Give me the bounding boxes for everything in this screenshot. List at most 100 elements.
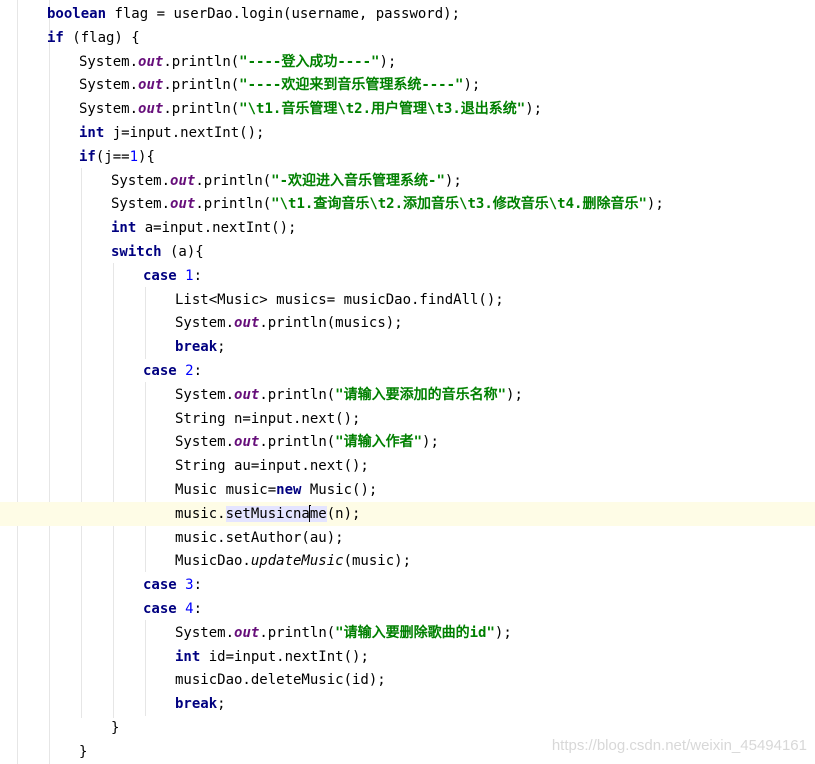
code-line[interactable]: case 4: — [0, 597, 815, 621]
code-line-content: boolean flag = userDao.login(username, p… — [47, 2, 460, 26]
code-line[interactable]: String n=input.next(); — [0, 407, 815, 431]
code-line[interactable]: case 2: — [0, 359, 815, 383]
code-token: out — [138, 53, 164, 70]
code-line[interactable]: int id=input.nextInt(); — [0, 645, 815, 669]
code-token: switch — [111, 244, 162, 260]
code-line[interactable]: musicDao.deleteMusic(id); — [0, 668, 815, 692]
code-line[interactable]: System.out.println("-欢迎进入音乐管理系统-"); — [0, 169, 815, 193]
code-token: .println( — [163, 77, 240, 94]
code-token: System. — [175, 315, 235, 332]
code-line-content: int j=input.nextInt(); — [79, 121, 264, 145]
code-token: System. — [79, 77, 139, 94]
code-line[interactable]: int a=input.nextInt(); — [0, 216, 815, 240]
code-token: case — [143, 363, 177, 379]
code-token: int — [175, 648, 201, 665]
code-token: 3 — [185, 577, 194, 594]
code-token: System. — [79, 53, 139, 70]
code-token: 4 — [185, 601, 194, 617]
code-token: .println( — [259, 386, 336, 403]
code-line-content: System.out.println("----欢迎来到音乐管理系统----")… — [79, 73, 480, 97]
code-token: ); — [463, 77, 481, 94]
code-editor[interactable]: boolean flag = userDao.login(username, p… — [0, 0, 815, 764]
code-line[interactable]: System.out.println("\t1.音乐管理\t2.用户管理\t3.… — [0, 97, 815, 121]
code-line[interactable]: break; — [0, 692, 815, 716]
code-token: int — [111, 220, 137, 237]
code-token: flag = userDao.login(username, password)… — [106, 6, 461, 22]
code-line-content: System.out.println(musics); — [175, 311, 403, 335]
code-token: j=input.nextInt(); — [104, 125, 265, 141]
code-line[interactable]: System.out.println("----登入成功----"); — [0, 50, 815, 74]
code-token: } — [111, 720, 120, 736]
code-token: (a){ — [161, 244, 204, 260]
code-line-content: case 2: — [143, 359, 202, 383]
code-token: updateMusic — [250, 553, 344, 570]
code-token: ); — [494, 624, 512, 641]
code-line[interactable]: music.setAuthor(au); — [0, 526, 815, 550]
code-line-content: System.out.println("请输入要添加的音乐名称"); — [175, 383, 523, 407]
code-token: id=input.nextInt(); — [200, 648, 369, 665]
code-token: .println(musics); — [259, 315, 403, 332]
code-line-content: case 3: — [143, 573, 202, 597]
code-line[interactable]: int j=input.nextInt(); — [0, 121, 815, 145]
code-token: System. — [175, 624, 235, 641]
code-token: .println( — [259, 434, 336, 451]
code-token: ){ — [138, 148, 155, 165]
code-token: "\t1.音乐管理\t2.用户管理\t3.退出系统" — [239, 101, 526, 118]
code-line[interactable]: System.out.println(musics); — [0, 311, 815, 335]
code-token: new — [276, 482, 302, 498]
code-line[interactable]: System.out.println("请输入作者"); — [0, 430, 815, 454]
code-line[interactable]: boolean flag = userDao.login(username, p… — [0, 2, 815, 26]
code-line[interactable]: System.out.println("----欢迎来到音乐管理系统----")… — [0, 73, 815, 97]
code-token: "-欢迎进入音乐管理系统-" — [271, 172, 445, 189]
code-token: .println( — [163, 53, 240, 70]
code-token: me — [309, 505, 327, 522]
code-token: break — [175, 696, 218, 713]
code-line[interactable]: System.out.println("请输入要添加的音乐名称"); — [0, 383, 815, 407]
code-token: Music(); — [301, 482, 378, 498]
code-line[interactable]: MusicDao.updateMusic(music); — [0, 549, 815, 573]
code-line-current[interactable]: music.setMusicname(n); — [0, 501, 815, 526]
code-token: ; — [217, 696, 226, 713]
code-line[interactable]: if(j==1){ — [0, 145, 815, 169]
code-line-content: musicDao.deleteMusic(id); — [175, 668, 386, 692]
code-token: .println( — [195, 196, 272, 213]
code-line[interactable]: String au=input.next(); — [0, 454, 815, 478]
code-line-content: } — [79, 740, 87, 764]
code-token: 1 — [129, 148, 139, 165]
code-token: ); — [506, 386, 523, 403]
code-line-content: Music music=new Music(); — [175, 478, 377, 502]
code-token: out — [234, 315, 260, 332]
code-token: "请输入要删除歌曲的id" — [335, 624, 495, 641]
code-token: .println( — [259, 624, 336, 641]
code-line-content: MusicDao.updateMusic(music); — [175, 549, 411, 573]
code-token: Music music= — [175, 482, 277, 498]
code-token: } — [79, 743, 88, 760]
code-line-content: String n=input.next(); — [175, 407, 360, 431]
watermark-text: https://blog.csdn.net/weixin_45494161 — [551, 737, 807, 754]
code-line[interactable]: break; — [0, 335, 815, 359]
code-token: (j== — [95, 148, 130, 165]
code-token: ); — [525, 101, 543, 118]
code-token: out — [170, 172, 196, 189]
code-line[interactable]: case 1: — [0, 264, 815, 288]
code-line[interactable]: System.out.println("请输入要删除歌曲的id"); — [0, 621, 815, 645]
code-token: case — [143, 267, 177, 284]
code-line-content: System.out.println("\t1.音乐管理\t2.用户管理\t3.… — [79, 97, 542, 121]
code-line[interactable]: Music music=new Music(); — [0, 478, 815, 502]
code-token: music.setAuthor(au); — [175, 529, 344, 546]
code-token: 2 — [185, 363, 194, 379]
code-token: ); — [444, 172, 462, 189]
code-token: ; — [217, 339, 226, 356]
code-line[interactable]: case 3: — [0, 573, 815, 597]
code-line-content: System.out.println("-欢迎进入音乐管理系统-"); — [111, 169, 462, 193]
code-line[interactable]: List<Music> musics= musicDao.findAll(); — [0, 288, 815, 312]
code-line[interactable]: System.out.println("\t1.查询音乐\t2.添加音乐\t3.… — [0, 192, 815, 216]
code-line[interactable]: switch (a){ — [0, 240, 815, 264]
code-line[interactable]: if (flag) { — [0, 26, 815, 50]
code-token: out — [234, 624, 260, 641]
code-line-content: int a=input.nextInt(); — [111, 216, 296, 240]
code-token: (flag) { — [63, 29, 140, 46]
